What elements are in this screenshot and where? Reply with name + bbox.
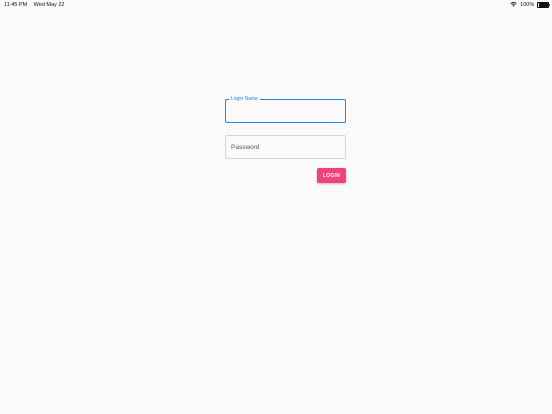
status-right: 100%	[510, 1, 550, 9]
login-name-input[interactable]	[226, 100, 345, 122]
wifi-icon	[510, 2, 517, 8]
status-bar: 11:45 PM Wed May 22 100%	[0, 0, 552, 10]
password-input[interactable]	[226, 136, 345, 158]
battery-icon	[537, 1, 550, 9]
battery-level-fill	[538, 2, 548, 7]
status-time: 11:45 PM	[4, 2, 28, 8]
login-name-field[interactable]: Login Name	[225, 96, 346, 123]
battery-percent: 100%	[520, 1, 535, 8]
status-date: Wed May 22	[33, 2, 65, 8]
password-field[interactable]: Password	[225, 135, 346, 159]
status-left: 11:45 PM Wed May 22	[4, 2, 64, 8]
login-button[interactable]: LOGIN	[317, 168, 346, 183]
